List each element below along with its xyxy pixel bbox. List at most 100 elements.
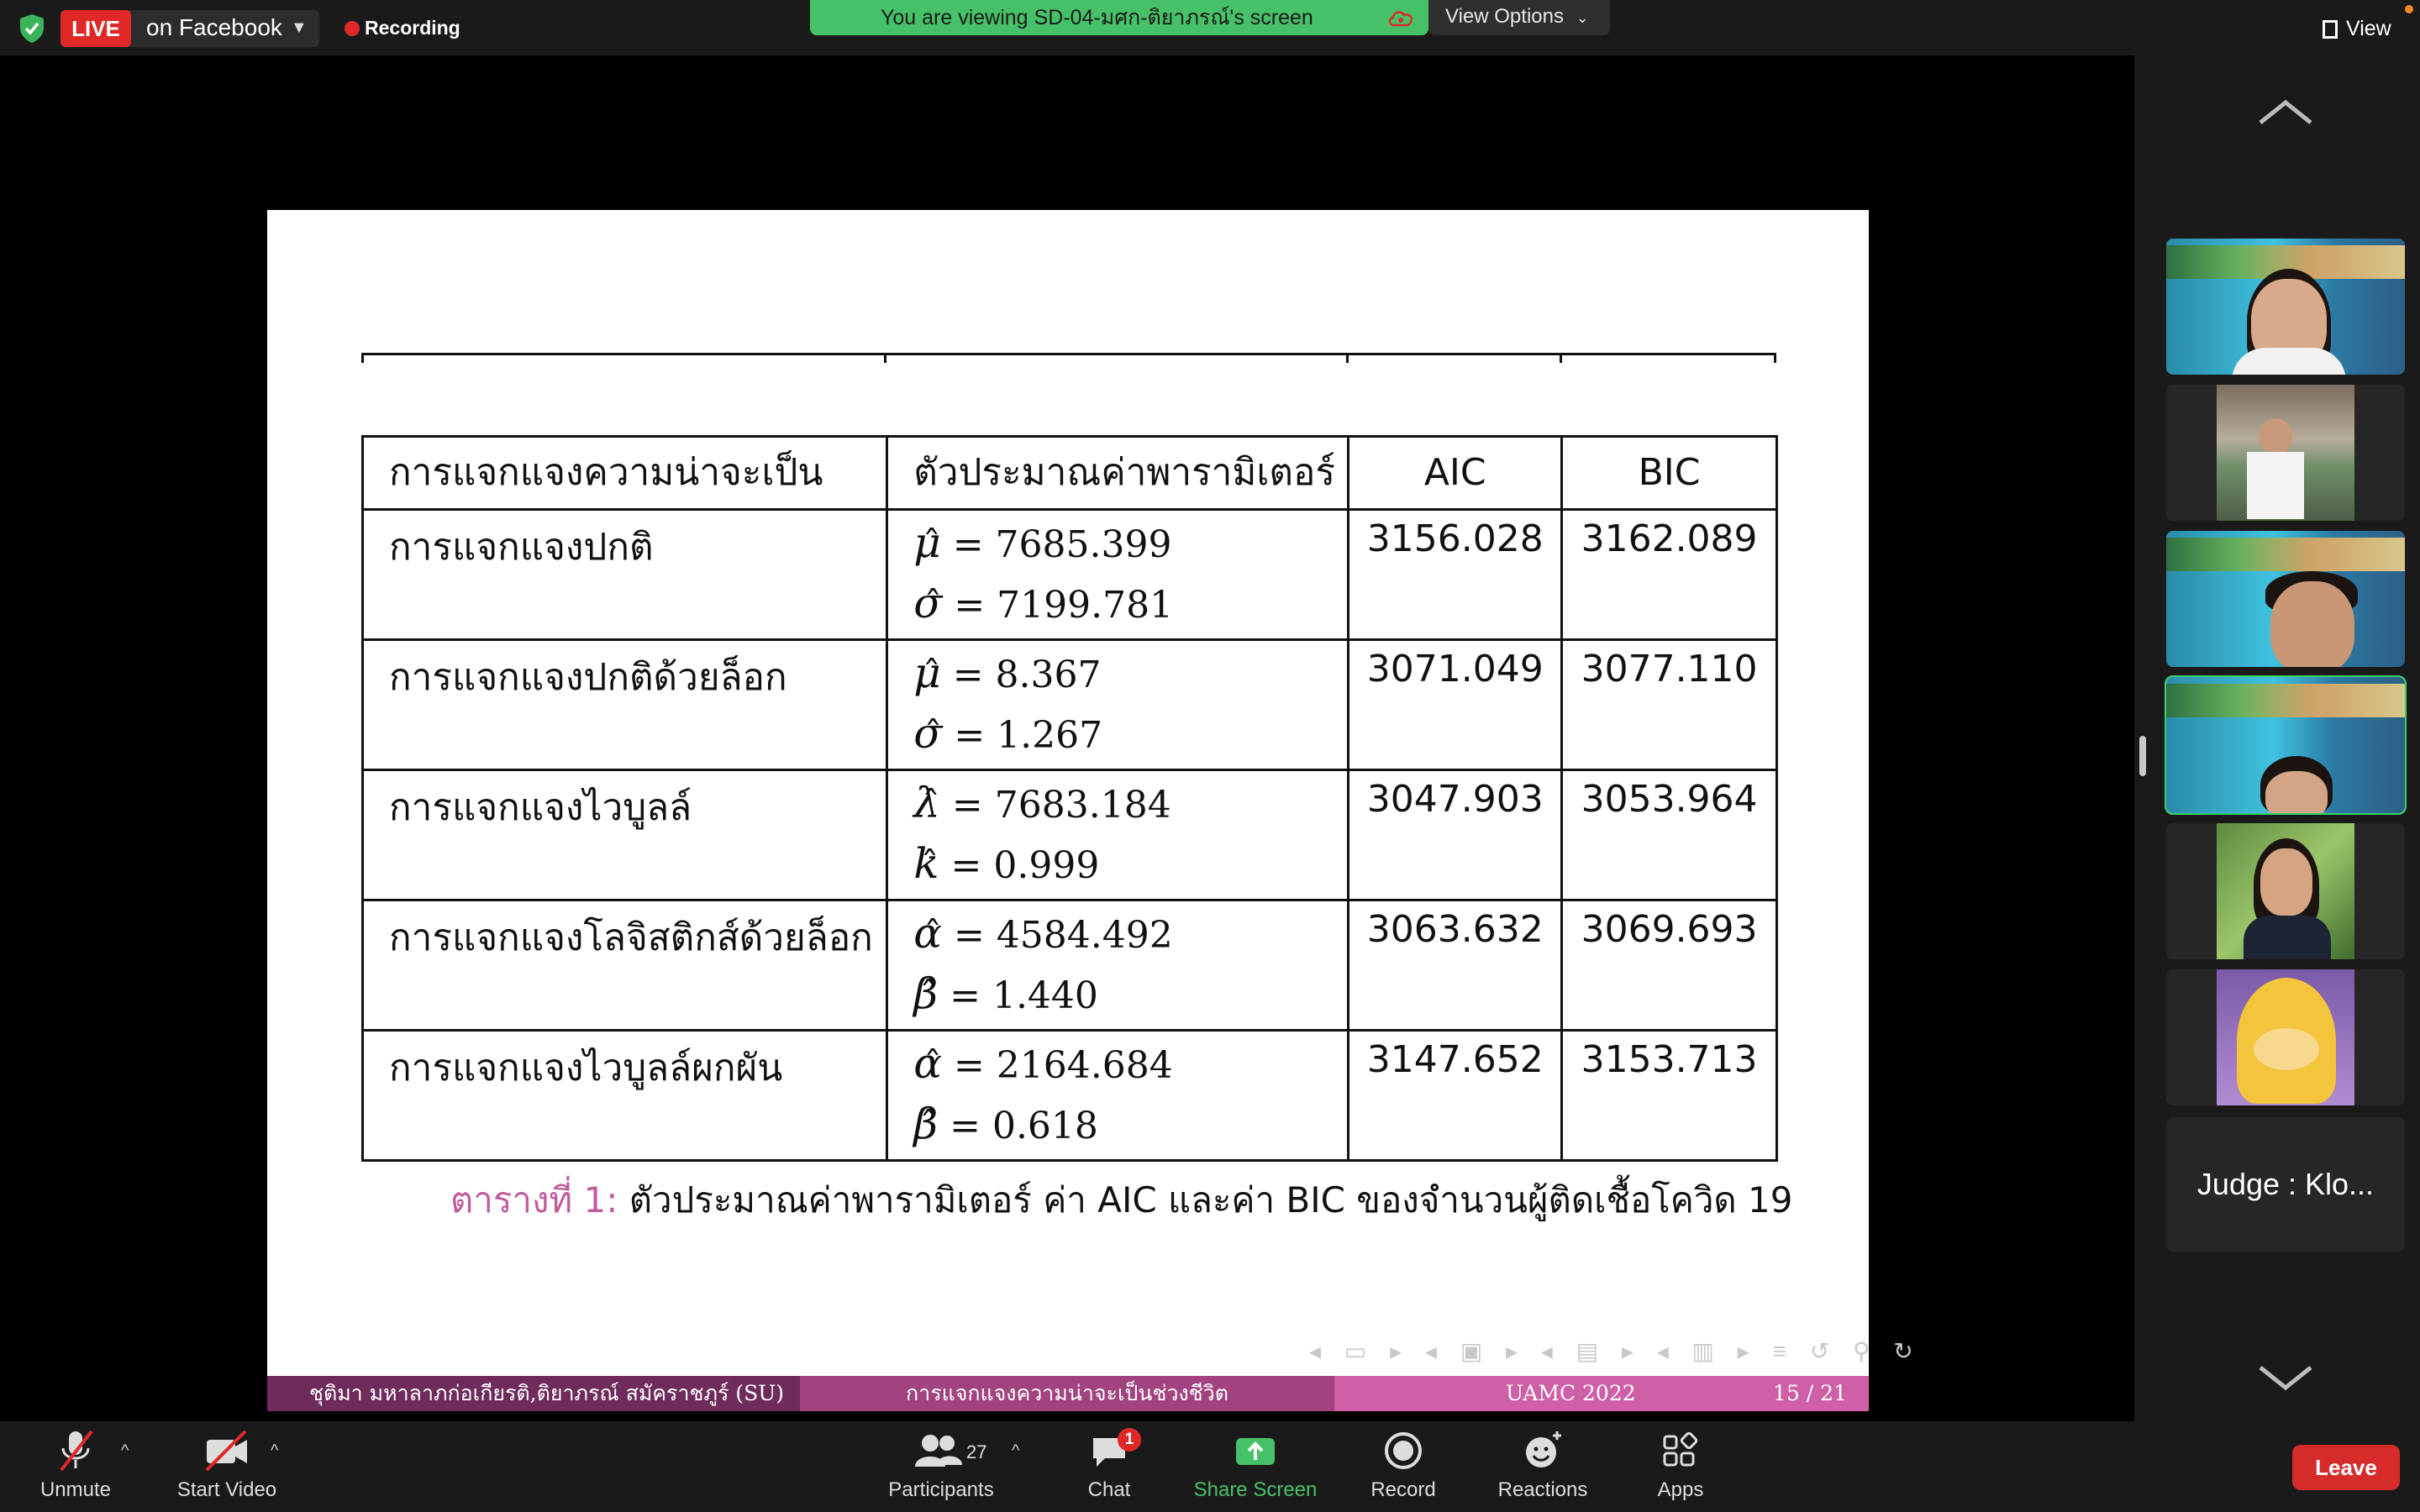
estimator-cell: α̂ = 4584.492 β̂ = 1.440: [886, 899, 1350, 1032]
participant-video-tile[interactable]: [2166, 385, 2405, 521]
table-row: การแจกแจงไวบูลล์ผกผัน α̂ = 2164.684 β̂ =…: [360, 1029, 1778, 1162]
table-row: การแจกแจงไวบูลล์ λ̂ = 7683.184 k̂ = 0.99…: [360, 769, 1778, 901]
share-screen-icon: [1236, 1438, 1275, 1465]
participant-name-tile[interactable]: Judge : Klo...: [2166, 1117, 2405, 1252]
live-platform-label: on Facebook: [146, 14, 282, 40]
table-row: การแจกแจงโลจิสติกส์ด้วยล็อก α̂ = 4584.49…: [360, 899, 1778, 1032]
view-layout-label: View: [2346, 17, 2391, 40]
bic-cell: 3162.089: [1560, 508, 1778, 641]
presentation-slide: การแจกแจงความน่าจะเป็น ตัวประมาณค่าพาราม…: [267, 210, 1913, 1411]
footer-page-number: 15 / 21: [1773, 1381, 1847, 1405]
apps-icon: [1663, 1431, 1698, 1467]
table-caption: ตารางที่ 1: ตัวประมาณค่าพารามิเตอร์ ค่า …: [450, 1173, 1793, 1228]
aic-cell: 3047.903: [1347, 769, 1564, 901]
bic-cell: 3069.693: [1560, 899, 1778, 1032]
aic-cell: 3071.049: [1347, 638, 1564, 771]
live-badge: LIVE: [60, 10, 131, 47]
estimator-cell: λ̂ = 7683.184 k̂ = 0.999: [886, 769, 1350, 901]
chat-unread-badge: 1: [1118, 1428, 1141, 1452]
leave-meeting-button[interactable]: Leave: [2292, 1445, 2400, 1490]
participant-video-tile[interactable]: [2166, 531, 2405, 667]
param-line: k̂ = 0.999: [913, 839, 1100, 888]
reactions-label: Reactions: [1497, 1478, 1588, 1501]
bic-cell: 3053.964: [1560, 769, 1778, 901]
view-layout-button[interactable]: View: [2312, 10, 2407, 47]
distribution-cell: การแจกแจงปกติด้วยล็อก: [360, 638, 889, 771]
recording-label: Recording: [365, 17, 460, 39]
table-row: การแจกแจงปกติด้วยล็อก μ̂ = 8.367 σ̂ = 1.…: [360, 638, 1778, 771]
distribution-cell: การแจกแจงโลจิสติกส์ด้วยล็อก: [360, 899, 889, 1032]
recording-indicator-icon: [345, 21, 360, 36]
participants-options-caret-icon[interactable]: ^: [1012, 1441, 1019, 1461]
table-header-row: การแจกแจงความน่าจะเป็น ตัวประมาณค่าพาราม…: [360, 435, 1778, 511]
participants-button[interactable]: Participants: [882, 1428, 1000, 1509]
chat-label: Chat: [1087, 1478, 1131, 1501]
share-screen-button[interactable]: Share Screen: [1180, 1428, 1331, 1509]
audio-options-caret-icon[interactable]: ^: [121, 1441, 129, 1461]
param-line: σ̂ = 7199.781: [913, 579, 1174, 627]
param-line: μ̂ = 7685.399: [913, 518, 1172, 567]
unmute-button[interactable]: Unmute: [34, 1428, 118, 1509]
active-speaker-video-tile[interactable]: [2165, 675, 2407, 815]
viewing-screen-banner: You are viewing SD-04-มศก-ติยาภรณ์'s scr…: [810, 0, 1428, 35]
strip-resize-handle[interactable]: [2139, 736, 2146, 776]
header-estimator: ตัวประมาณค่าพารามิเตอร์: [886, 435, 1350, 511]
footer-title: การแจกแจงความน่าจะเป็นช่วงชีวิต: [800, 1376, 1334, 1411]
estimator-cell: μ̂ = 8.367 σ̂ = 1.267: [886, 638, 1350, 771]
notification-dot-icon: [2405, 5, 2413, 13]
estimator-cell: α̂ = 2164.684 β̂ = 0.618: [886, 1029, 1350, 1162]
param-line: λ̂ = 7683.184: [913, 779, 1171, 827]
aic-cell: 3063.632: [1347, 899, 1564, 1032]
aic-cell: 3156.028: [1347, 508, 1564, 641]
apps-button[interactable]: Apps: [1647, 1428, 1714, 1509]
shared-screen-area: การแจกแจงความน่าจะเป็น ตัวประมาณค่าพาราม…: [0, 55, 2134, 1497]
header-aic: AIC: [1347, 435, 1564, 511]
record-label: Record: [1370, 1478, 1436, 1501]
participants-icon: [915, 1435, 962, 1467]
param-line: σ̂ = 1.267: [913, 709, 1103, 758]
gallery-grid-icon: [2323, 20, 2338, 39]
caption-text: ตัวประมาณค่าพารามิเตอร์ ค่า AIC และค่า B…: [629, 1179, 1793, 1221]
share-screen-label: Share Screen: [1193, 1478, 1318, 1501]
param-line: β̂ = 1.440: [913, 969, 1098, 1018]
param-line: β̂ = 0.618: [913, 1100, 1098, 1148]
participant-video-tile[interactable]: [2166, 823, 2405, 959]
distribution-cell: การแจกแจงไวบูลล์ผกผัน: [360, 1029, 889, 1162]
footer-conference: UAMC 2022: [1506, 1381, 1636, 1405]
results-table: การแจกแจงความน่าจะเป็น ตัวประมาณค่าพาราม…: [360, 435, 1778, 1162]
chevron-down-icon: ⌄: [1576, 9, 1589, 26]
start-video-label: Start Video: [176, 1478, 277, 1501]
apps-label: Apps: [1657, 1478, 1704, 1501]
microphone-muted-icon: [60, 1430, 93, 1472]
param-line: α̂ = 2164.684: [913, 1039, 1173, 1088]
aic-cell: 3147.652: [1347, 1029, 1564, 1162]
distribution-cell: การแจกแจงปกติ: [360, 508, 889, 641]
video-options-caret-icon[interactable]: ^: [271, 1441, 278, 1461]
reactions-smiley-icon: [1526, 1431, 1561, 1467]
chevron-down-icon[interactable]: [2255, 1361, 2316, 1394]
bic-cell: 3153.713: [1560, 1029, 1778, 1162]
previous-table-edge: [361, 353, 1776, 363]
footer-authors: ชุติมา มหาลาภก่อเกียรติ,ติยาภรณ์ สมัคราช…: [267, 1376, 800, 1411]
reactions-button[interactable]: Reactions: [1492, 1428, 1593, 1509]
slide-footer: ชุติมา มหาลาภก่อเกียรติ,ติยาภรณ์ สมัคราช…: [267, 1376, 1869, 1411]
participant-count: 27: [966, 1441, 987, 1462]
participants-label: Participants: [888, 1478, 994, 1501]
caption-label: ตารางที่ 1:: [450, 1179, 618, 1221]
estimator-cell: μ̂ = 7685.399 σ̂ = 7199.781: [886, 508, 1350, 641]
footer-conference-block: UAMC 2022 15 / 21: [1334, 1376, 1869, 1411]
chevron-up-icon[interactable]: [2255, 96, 2316, 129]
live-dropdown-icon[interactable]: ▼: [291, 18, 308, 38]
start-video-button[interactable]: Start Video: [170, 1428, 284, 1509]
beamer-navigation-icons[interactable]: ◂ ▭ ▸ ◂ ▣ ▸ ◂ ▤ ▸ ◂ ▥ ▸ ≡ ↺ ⚲ ↻: [1309, 1337, 1922, 1365]
record-button[interactable]: Record: [1361, 1428, 1445, 1509]
param-line: α̂ = 4584.492: [913, 909, 1173, 958]
participant-video-tile[interactable]: [2166, 239, 2405, 375]
security-shield-icon[interactable]: [18, 13, 45, 44]
unmute-label: Unmute: [39, 1478, 112, 1501]
table-row: การแจกแจงปกติ μ̂ = 7685.399 σ̂ = 7199.78…: [360, 508, 1778, 641]
record-icon: [1385, 1432, 1422, 1469]
distribution-cell: การแจกแจงไวบูลล์: [360, 769, 889, 901]
view-options-button[interactable]: View Options ⌄: [1428, 0, 1610, 35]
participant-video-tile[interactable]: [2166, 969, 2405, 1105]
